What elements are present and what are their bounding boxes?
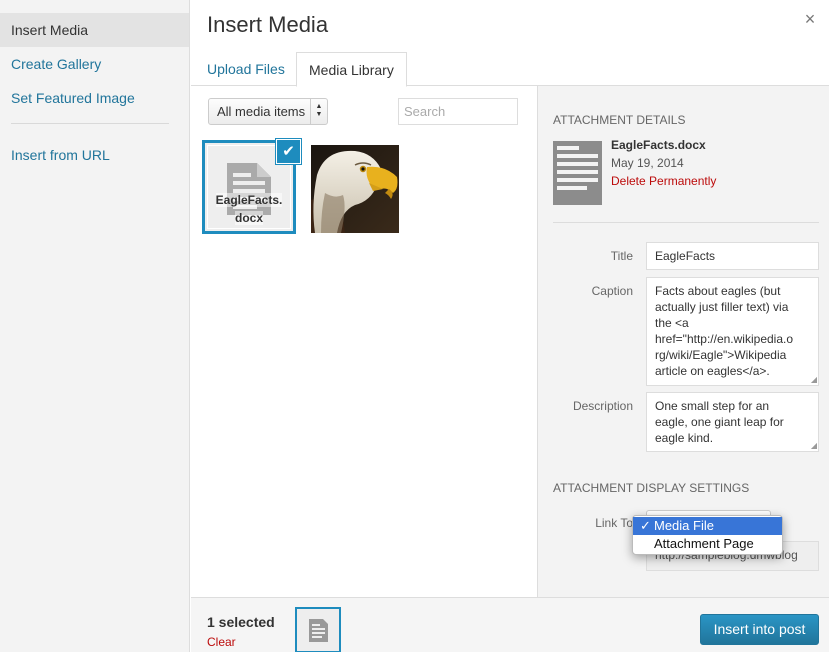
attachment-details-heading: Attachment Details [553, 113, 686, 127]
tab-media-library[interactable]: Media Library [296, 52, 407, 87]
insert-into-post-button[interactable]: Insert into post [700, 614, 819, 645]
option-label: Media File [654, 518, 714, 533]
caption-line: article on eagles</a>. [655, 364, 770, 378]
selected-check-icon[interactable]: ✔ [276, 139, 301, 164]
attachment-eagle-image[interactable] [311, 145, 399, 233]
media-toolbar: All media items ▲ ▼ [191, 86, 537, 136]
resize-handle-icon[interactable]: ◢ [811, 376, 817, 384]
description-line: One small step for an [655, 399, 770, 413]
option-attachment-page[interactable]: Attachment Page [633, 535, 782, 553]
attachment-filename-line2: docx [234, 211, 263, 225]
display-settings-heading: Attachment Display Settings [553, 481, 750, 495]
checkmark-icon: ✓ [640, 518, 651, 533]
description-label: Description [572, 399, 633, 413]
option-media-file[interactable]: ✓ Media File [633, 517, 782, 535]
caption-line: href="http://en.wikipedia.o [655, 332, 794, 346]
search-input[interactable] [398, 98, 518, 125]
router-tabs: Upload Files Media Library [191, 52, 829, 87]
caption-label: Caption [591, 284, 633, 298]
menu-item-insert-media[interactable]: Insert Media [0, 13, 189, 47]
select-arrows-icon: ▲ ▼ [310, 99, 327, 124]
caption-field[interactable]: Facts about eagles (but actually just fi… [646, 277, 819, 386]
description-line: eagle, one giant leap for [655, 415, 784, 429]
menu-item-set-featured-image[interactable]: Set Featured Image [0, 81, 189, 115]
close-icon[interactable]: × [799, 8, 821, 30]
document-thumbnail-icon [553, 141, 602, 205]
selection-count: 1 selected [207, 614, 275, 630]
caption-line: rg/wiki/Eagle">Wikipedia [655, 348, 787, 362]
clear-selection-link[interactable]: Clear [207, 635, 236, 649]
attachment-filename-detail: EagleFacts.docx [611, 138, 706, 152]
eagle-image [311, 145, 399, 233]
resize-handle-icon[interactable]: ◢ [811, 442, 817, 450]
attachment-filename: EagleFacts. docx [205, 191, 293, 227]
attachment-date: May 19, 2014 [611, 156, 684, 170]
sidebar-separator [553, 222, 819, 223]
document-icon [309, 619, 328, 642]
description-field[interactable]: One small step for an eagle, one giant l… [646, 392, 819, 452]
menu-item-insert-from-url[interactable]: Insert from URL [0, 138, 189, 172]
media-filter-value: All media items [217, 104, 306, 119]
title-field[interactable]: EagleFacts [646, 242, 819, 270]
description-line: eagle kind. [655, 431, 714, 445]
menu-separator [11, 123, 169, 124]
title-label: Title [610, 249, 633, 263]
option-label: Attachment Page [654, 536, 754, 551]
caption-line: actually just filler text) via [655, 300, 789, 314]
media-menu: Insert Media Create Gallery Set Featured… [0, 0, 190, 652]
attachment-filename-line1: EagleFacts. [215, 193, 283, 207]
caption-line: the <a [655, 316, 689, 330]
link-to-dropdown: ✓ Media File Attachment Page [632, 515, 783, 555]
link-to-label: Link To [595, 516, 633, 530]
media-filter-select[interactable]: All media items ▲ ▼ [208, 98, 328, 125]
menu-item-create-gallery[interactable]: Create Gallery [0, 47, 189, 81]
delete-permanently-link[interactable]: Delete Permanently [611, 174, 716, 188]
tab-upload-files[interactable]: Upload Files [195, 52, 297, 87]
selection-toolbar: 1 selected Clear Insert into post [191, 597, 829, 652]
frame-title: Insert Media [207, 12, 329, 37]
selected-attachment-thumb[interactable] [295, 607, 341, 652]
caption-line: Facts about eagles (but [655, 284, 781, 298]
